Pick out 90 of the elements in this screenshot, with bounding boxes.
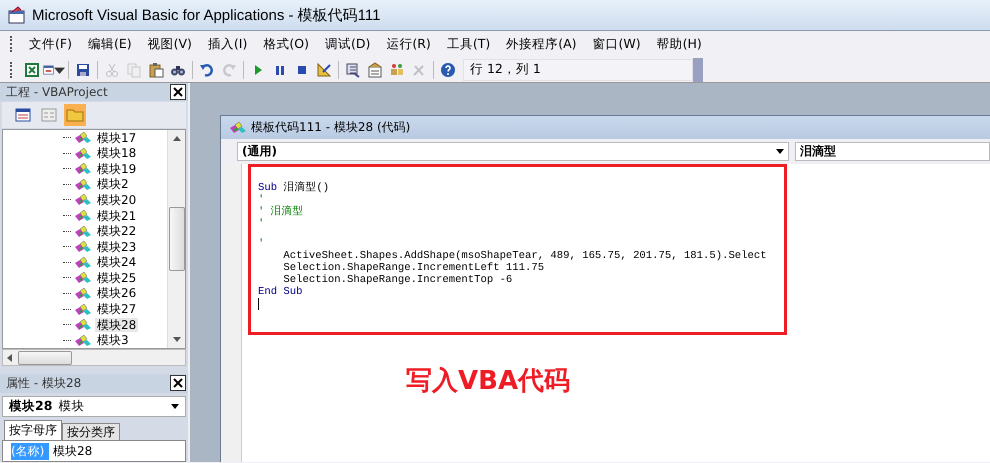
code-line: Sub 泪滴型()	[258, 182, 330, 194]
module-icon	[74, 162, 92, 176]
undo-icon	[199, 62, 215, 78]
code-line: End Sub	[258, 286, 304, 298]
module-icon	[74, 240, 92, 254]
code-line: '	[258, 194, 266, 206]
cursor-position: 行 12，列 1	[463, 58, 693, 80]
paste-icon	[148, 62, 164, 78]
vertical-scrollbar[interactable]	[167, 130, 185, 348]
close-button[interactable]	[170, 375, 186, 392]
tab[interactable]: 按分类序	[62, 423, 120, 440]
module-icon	[74, 302, 92, 316]
code-line: '	[258, 218, 266, 230]
tree-item[interactable]: 模块21	[95, 208, 138, 223]
text-cursor	[258, 298, 259, 310]
tree-item[interactable]: 模块27	[95, 302, 138, 316]
tree-item[interactable]: 模块20	[95, 192, 138, 207]
code-line: ' 泪滴型	[258, 206, 305, 218]
window-title: Microsoft Visual Basic for Applications - 模板代码111	[32, 6, 380, 24]
tree-item[interactable]: 模块2	[95, 177, 131, 192]
list-icon	[345, 62, 361, 78]
module-icon	[74, 318, 92, 332]
code-line: '	[258, 238, 266, 250]
cut-icon	[104, 62, 120, 78]
spreadsheet-icon	[24, 62, 40, 78]
menu-item[interactable]: 调试(D)	[316, 34, 378, 54]
caret-icon	[776, 149, 784, 154]
property-value: 模块28	[52, 442, 92, 460]
code-window-title: 模板代码111 - 模块28 (代码)	[251, 119, 410, 136]
folder-icon	[66, 108, 84, 122]
tree-item[interactable]: 模块23	[95, 240, 138, 254]
pane-title: 工程 - VBAProject	[6, 84, 108, 101]
object-dropdown[interactable]: (通用)	[237, 142, 789, 161]
view-object-icon	[41, 108, 57, 122]
module-icon	[74, 209, 92, 222]
caret-icon	[171, 404, 179, 409]
menu-item[interactable]: 帮助(H)	[648, 34, 710, 54]
menu-item[interactable]: 插入(I)	[200, 34, 256, 54]
close-icon	[173, 87, 183, 98]
tab[interactable]: 按字母序	[4, 420, 62, 440]
tree-item[interactable]: 模块17	[95, 130, 138, 145]
module-icon	[74, 224, 92, 238]
object-dropdown[interactable]: 模块28 模块	[2, 396, 186, 417]
redo-icon	[221, 62, 237, 78]
tree-item[interactable]: 模块25	[95, 270, 138, 285]
annotation-text: 写入VBA代码	[406, 365, 572, 398]
ruler-triangle-icon	[316, 62, 332, 78]
menu-item[interactable]: 外接程序(A)	[498, 34, 585, 54]
module-icon	[74, 178, 92, 191]
save-icon	[75, 62, 91, 78]
scroll-up-icon[interactable]	[172, 136, 180, 141]
menu-item[interactable]: 格式(O)	[255, 34, 317, 54]
menu-item[interactable]: 视图(V)	[140, 34, 200, 54]
menu-item[interactable]: 窗口(W)	[584, 34, 649, 54]
close-icon	[173, 378, 183, 388]
close-button[interactable]	[170, 84, 186, 100]
module-icon	[74, 271, 92, 284]
module-icon	[74, 334, 92, 347]
module-icon	[74, 146, 92, 160]
menu-item[interactable]: 运行(R)	[378, 34, 439, 54]
scroll-down-icon[interactable]	[172, 336, 180, 342]
shapes-icon	[389, 62, 405, 78]
view-toggle-button[interactable]	[64, 104, 86, 126]
menu-item[interactable]: 工具(T)	[438, 34, 498, 54]
module-icon	[229, 121, 247, 134]
module-icon	[74, 131, 92, 144]
menu-item[interactable]: 编辑(E)	[80, 34, 140, 54]
procedure-dropdown[interactable]: 泪滴型	[795, 142, 990, 161]
module-icon	[74, 256, 92, 269]
tree-item[interactable]: 模块24	[95, 255, 138, 270]
tree-item[interactable]: 模块19	[95, 162, 138, 176]
help-icon	[440, 62, 456, 78]
app-icon	[8, 6, 26, 24]
module-icon	[74, 286, 92, 300]
tree-item[interactable]: 模块3	[95, 333, 131, 348]
tree-item[interactable]: 模块28	[95, 318, 138, 332]
tree-item[interactable]: 模块18	[95, 146, 138, 160]
module-icon	[74, 193, 92, 206]
code-line: ActiveSheet.Shapes.AddShape(msoShapeTear, 489, 165.75, 201.75, 181.5).Select	[282, 250, 768, 262]
code-line: Selection.ShapeRange.IncrementLeft 111.75	[282, 262, 546, 274]
tree-item[interactable]: 模块26	[95, 286, 138, 300]
copy-icon	[126, 62, 142, 78]
menu-item[interactable]: 文件(F)	[21, 34, 80, 54]
properties-icon	[367, 62, 383, 78]
scroll-left-icon[interactable]	[7, 354, 12, 362]
horizontal-scrollbar[interactable]	[2, 348, 186, 366]
view-code-icon	[15, 108, 31, 122]
pane-title: 属性 - 模块28	[6, 374, 82, 392]
tree-item[interactable]: 模块22	[95, 224, 138, 238]
code-line: Selection.ShapeRange.IncrementTop -6	[282, 274, 514, 286]
